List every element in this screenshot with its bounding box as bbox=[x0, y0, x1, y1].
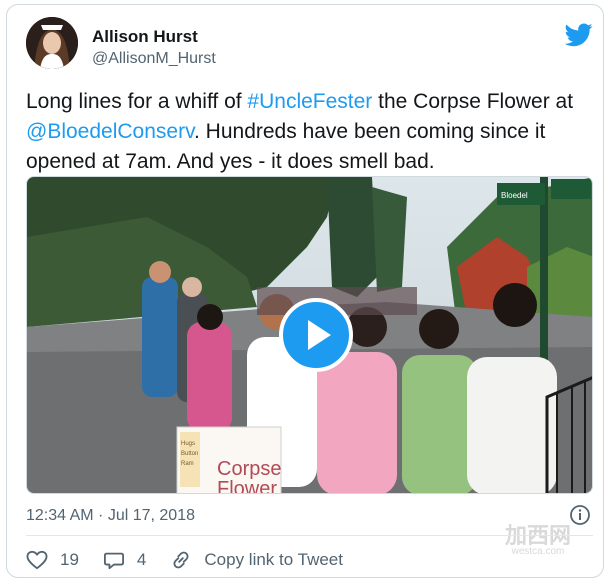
watermark-sub: westca.com bbox=[511, 546, 565, 557]
reply-icon bbox=[103, 552, 124, 570]
reply-button[interactable]: 4 bbox=[103, 550, 146, 570]
watermark: 加西网 westca.com bbox=[483, 525, 593, 557]
sign-small-text: Button bbox=[181, 451, 198, 457]
tweet-timestamp[interactable]: 12:34 AM · Jul 17, 2018 bbox=[26, 507, 195, 525]
video-player[interactable]: Bloedel Hugs Button Ram Corpse Flower bbox=[26, 176, 593, 494]
tweet-text-part: Long lines for a whiff of bbox=[26, 90, 248, 113]
info-icon[interactable] bbox=[569, 504, 591, 526]
play-icon bbox=[308, 320, 331, 350]
sign-text: Flower bbox=[217, 478, 277, 494]
avatar[interactable] bbox=[26, 17, 78, 69]
user-handle[interactable]: @AllisonM_Hurst bbox=[92, 50, 216, 68]
street-sign-text: Bloedel bbox=[501, 191, 528, 200]
like-count: 19 bbox=[60, 550, 79, 569]
play-button[interactable] bbox=[279, 298, 353, 372]
copy-link-button[interactable]: Copy link to Tweet bbox=[170, 550, 343, 570]
twitter-bird-icon[interactable] bbox=[565, 23, 593, 47]
display-name[interactable]: Allison Hurst bbox=[92, 27, 198, 47]
link-icon bbox=[173, 551, 189, 569]
divider bbox=[26, 535, 593, 536]
hashtag-link[interactable]: #UncleFester bbox=[247, 90, 372, 113]
like-button[interactable]: 19 bbox=[26, 550, 79, 570]
copy-link-label: Copy link to Tweet bbox=[204, 550, 343, 569]
reply-count: 4 bbox=[136, 550, 147, 569]
sign-small-text: Hugs bbox=[181, 441, 195, 447]
mention-link[interactable]: @BloedelConserv bbox=[26, 120, 194, 143]
action-bar: 19 4 Copy link to Tweet bbox=[26, 546, 367, 574]
sign-text: Corpse bbox=[217, 458, 281, 480]
sign-small-text: Ram bbox=[181, 461, 194, 467]
heart-icon bbox=[26, 550, 48, 570]
tweet-text-part: the Corpse Flower at bbox=[372, 90, 574, 113]
tweet-text: Long lines for a whiff of #UncleFester t… bbox=[26, 87, 596, 177]
avatar-image bbox=[26, 17, 78, 69]
tweet-card: Allison Hurst @AllisonM_Hurst Long lines… bbox=[6, 4, 604, 578]
